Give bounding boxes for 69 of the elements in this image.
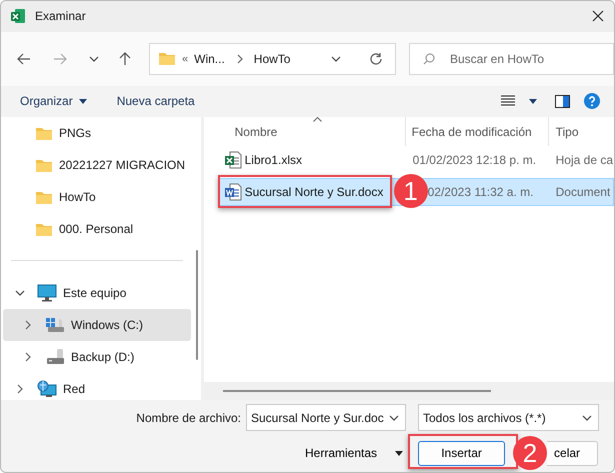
scrollbar-thumb[interactable]: [196, 250, 198, 360]
step-number-badge: 2: [513, 436, 548, 470]
organize-button[interactable]: Organizar: [13, 90, 94, 112]
field-label: Nombre de archivo:: [135, 410, 241, 425]
chevron-down-icon[interactable]: [331, 54, 341, 64]
caret-down-icon: [395, 450, 404, 456]
file-date: 01/02/2023 12:18 p. m.: [412, 153, 538, 168]
spreadsheet-app-icon: [10, 8, 26, 24]
chevron-down-icon[interactable]: [15, 288, 25, 298]
column-header[interactable]: Nombre: [204, 117, 406, 146]
folder-icon: [35, 158, 53, 173]
search-icon: [423, 52, 435, 65]
chevron-right-icon: [234, 54, 244, 64]
cancel-button[interactable]: celar: [547, 440, 598, 466]
folder-icon: [158, 51, 176, 66]
spreadsheet-file-icon: [224, 151, 242, 170]
refresh-icon[interactable]: [369, 52, 383, 66]
chevron-down-icon[interactable]: [89, 54, 99, 64]
column-header[interactable]: Fecha de modificación: [406, 117, 549, 146]
column-header[interactable]: Tipo: [548, 117, 614, 146]
file-row[interactable]: Libro1.xlsx 01/02/2023 12:18 p. m. Hoja de ca: [218, 146, 614, 174]
breadcrumb-item[interactable]: Win...: [194, 52, 225, 66]
view-list-icon[interactable]: [501, 95, 515, 108]
file-date: 02/2023 11:32 a. m.: [428, 185, 534, 200]
drive-icon: [45, 349, 65, 366]
file-type-dropdown[interactable]: Todos los archivos (*.*): [418, 404, 599, 432]
breadcrumb-item[interactable]: HowTo: [254, 52, 290, 66]
step-number-badge: 1: [394, 174, 428, 208]
address-bar[interactable]: « Win... HowTo: [149, 42, 396, 75]
window-title: Examinar: [35, 9, 86, 24]
sort-caret-icon: [312, 117, 322, 122]
caret-down-icon[interactable]: [529, 98, 537, 104]
back-arrow-icon[interactable]: [17, 52, 31, 65]
sidebar-item[interactable]: 20221227 MIGRACION: [3, 149, 191, 182]
sidebar-item[interactable]: HowTo: [3, 181, 191, 214]
file-type: Document: [556, 185, 610, 200]
sidebar-item[interactable]: 000. Personal: [3, 213, 191, 246]
tree-item[interactable]: Red: [3, 373, 191, 400]
insert-button[interactable]: Insertar: [418, 440, 506, 466]
up-arrow-icon[interactable]: [119, 52, 131, 66]
tree-item[interactable]: Windows (C:): [3, 309, 191, 342]
chevron-right-icon[interactable]: [15, 384, 25, 394]
chevron-right-icon[interactable]: [23, 320, 33, 330]
caret-down-icon: [78, 98, 87, 104]
breadcrumb-overflow[interactable]: «: [182, 52, 188, 65]
sidebar-item[interactable]: PNGs: [3, 117, 191, 150]
chevron-down-icon: [389, 412, 399, 423]
new-folder-button[interactable]: Nueva carpeta: [110, 90, 202, 112]
chevron-right-icon[interactable]: [23, 352, 33, 362]
tree-item[interactable]: Este equipo: [3, 277, 191, 310]
folder-icon: [35, 126, 53, 141]
close-icon[interactable]: [592, 10, 604, 22]
tree-item[interactable]: Backup (D:): [3, 341, 191, 374]
scrollbar-thumb[interactable]: [222, 390, 491, 392]
file-name: Libro1.xlsx: [244, 153, 302, 168]
document-file-icon: [224, 183, 242, 202]
chevron-down-icon: [582, 412, 592, 423]
search-field[interactable]: Buscar en HowTo: [409, 42, 614, 75]
help-icon[interactable]: [584, 93, 600, 110]
network-icon: [37, 380, 57, 398]
monitor-icon: [37, 284, 57, 302]
tools-menu-button[interactable]: Herramientas: [301, 443, 408, 464]
folder-icon: [35, 222, 53, 237]
preview-pane-icon[interactable]: [555, 94, 570, 108]
folder-icon: [35, 190, 53, 205]
file-name: Sucursal Norte y Sur.docx: [244, 185, 384, 200]
file-type: Hoja de ca: [556, 153, 613, 168]
drive-icon: [45, 317, 65, 334]
file-name-field[interactable]: Sucursal Norte y Sur.doc: [246, 404, 406, 432]
